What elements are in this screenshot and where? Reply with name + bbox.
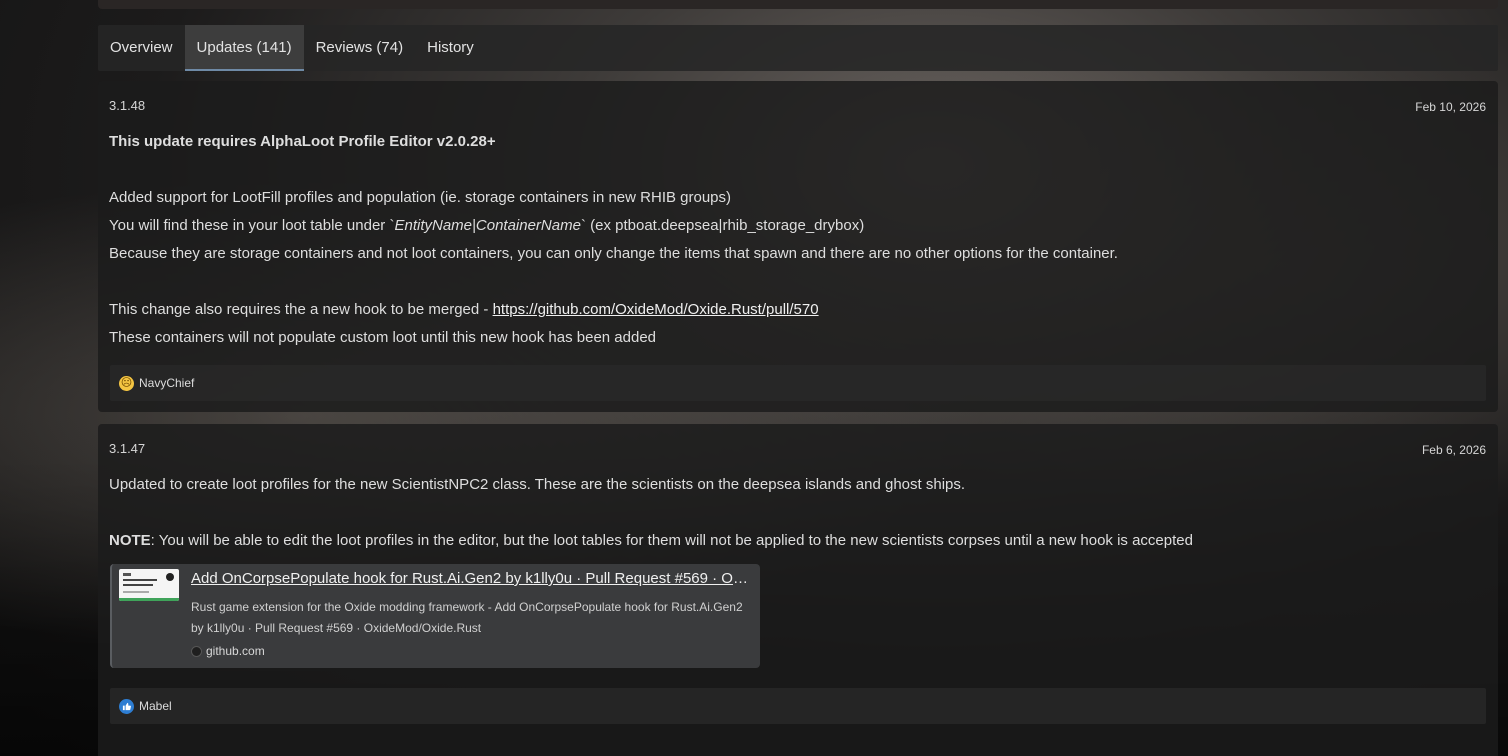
update-line: You will find these in your loot table u…: [109, 217, 864, 234]
link-preview-embed[interactable]: Add OnCorpsePopulate hook for Rust.Ai.Ge…: [110, 564, 760, 668]
header-strip: [98, 0, 1498, 9]
update-headline: This update requires AlphaLoot Profile E…: [109, 133, 496, 150]
update-date: Feb 10, 2026: [1415, 100, 1486, 114]
embed-domain-text: github.com: [206, 644, 265, 658]
embed-domain: github.com: [191, 644, 265, 658]
update-version: 3.1.47: [109, 441, 146, 456]
github-icon: [191, 645, 202, 657]
update-note: NOTE: You will be able to edit the loot …: [109, 532, 1193, 549]
update-card: 3.1.48 Feb 10, 2026 This update requires…: [98, 81, 1498, 412]
embed-description: Rust game extension for the Oxide moddin…: [191, 597, 751, 639]
text-segment: ` (ex ptboat.deepsea|rhib_storage_drybox…: [580, 217, 865, 234]
tab-history[interactable]: History: [415, 25, 486, 71]
update-line: This change also requires the a new hook…: [109, 301, 819, 318]
update-line: Updated to create loot profiles for the …: [109, 476, 966, 493]
text-segment: You will find these in your loot table u…: [109, 217, 395, 234]
update-line: Added support for LootFill profiles and …: [109, 189, 732, 206]
reaction-user[interactable]: NavyChief: [139, 376, 194, 390]
note-label: NOTE: [109, 532, 151, 549]
embed-description-line: Rust game extension for the Oxide moddin…: [191, 600, 743, 614]
preview-thumbnail: [119, 569, 179, 601]
update-date: Feb 6, 2026: [1421, 443, 1486, 457]
reaction-user[interactable]: Mabel: [139, 699, 172, 713]
embed-description-line: by k1lly0u · Pull Request #569 · OxideMo…: [191, 621, 482, 635]
note-text: : You will be able to edit the loot prof…: [150, 532, 1193, 549]
tab-reviews[interactable]: Reviews (74): [304, 25, 416, 71]
update-line: These containers will not populate custo…: [109, 329, 657, 346]
thumbs-up-icon[interactable]: [119, 698, 134, 714]
text-segment-italic: EntityName|ContainerName: [394, 217, 581, 234]
update-line: Because they are storage containers and …: [109, 245, 1118, 262]
sad-face-icon[interactable]: ☹: [119, 375, 134, 391]
hook-pr-link[interactable]: https://github.com/OxideMod/Oxide.Rust/p…: [493, 301, 819, 318]
text-segment: This change also requires the a new hook…: [109, 301, 493, 318]
tab-overview[interactable]: Overview: [98, 25, 185, 71]
update-card: 3.1.47 Feb 6, 2026 Updated to create loo…: [98, 424, 1498, 756]
reaction-bar: ☹ NavyChief: [110, 365, 1486, 401]
tab-updates[interactable]: Updates (141): [184, 25, 304, 71]
embed-title-link[interactable]: Add OnCorpsePopulate hook for Rust.Ai.Ge…: [191, 570, 751, 587]
resource-tabs: Overview Updates (141) Reviews (74) Hist…: [98, 25, 1498, 71]
update-version: 3.1.48: [109, 98, 146, 113]
reaction-bar: Mabel: [110, 688, 1486, 724]
